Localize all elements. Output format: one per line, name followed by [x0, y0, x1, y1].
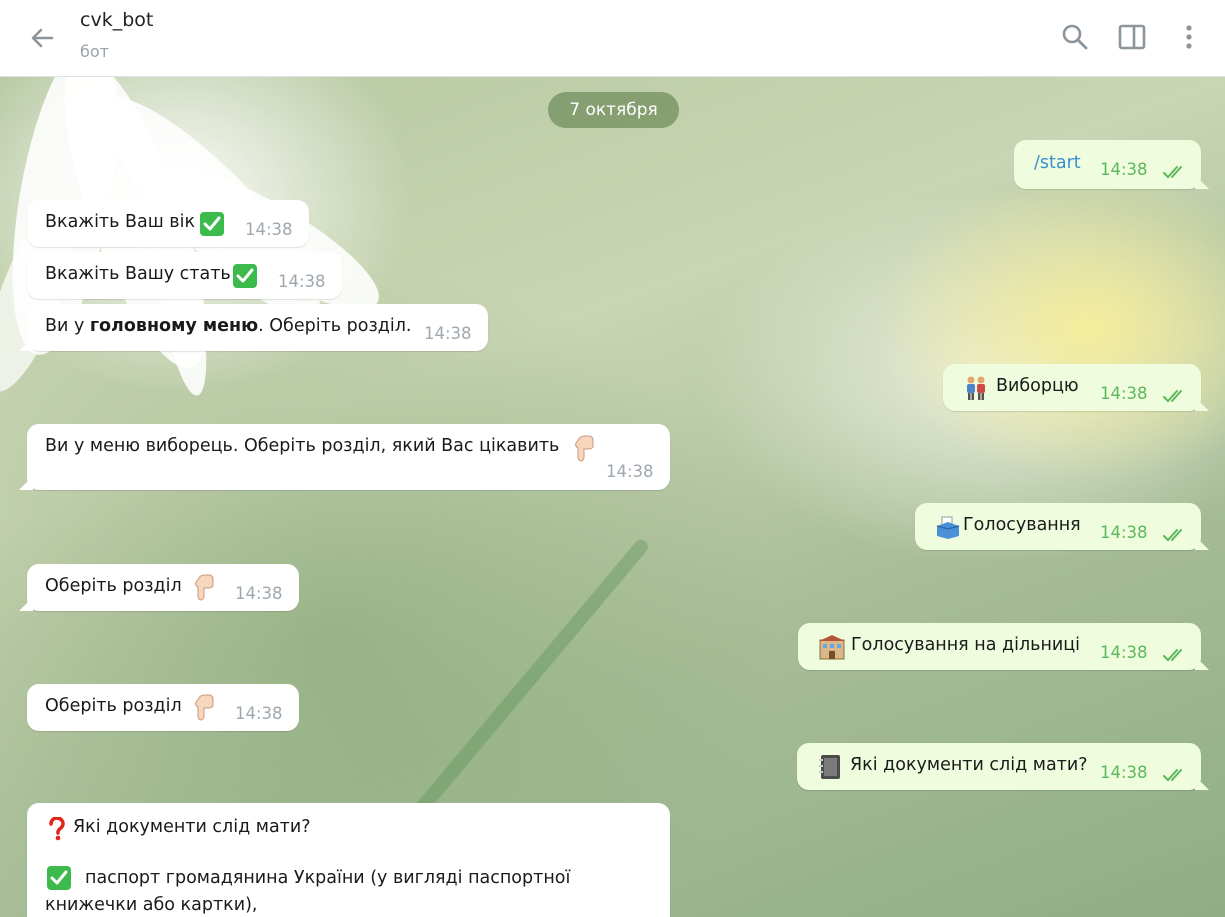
chat-header: cvk_bot бот: [0, 0, 1225, 77]
question-mark-emoji: [47, 816, 65, 846]
double-check-icon: [1163, 390, 1182, 403]
message-text: Ви у головному меню. Оберіть розділ.: [45, 316, 412, 336]
incoming-message[interactable]: Які документи слід мати? паспорт громадя…: [27, 803, 670, 917]
message-text: Голосування: [963, 515, 1081, 535]
message-text: Оберіть розділ: [45, 696, 182, 716]
bubble-tail: [1195, 776, 1209, 790]
people-emoji: [963, 375, 989, 406]
sidebar-toggle-icon[interactable]: [1117, 22, 1147, 52]
message-time: 14:38: [1100, 763, 1148, 782]
message-time: 14:38: [1100, 160, 1148, 179]
message-time: 14:38: [245, 220, 293, 239]
chat-title[interactable]: cvk_bot: [80, 9, 153, 31]
more-vertical-icon[interactable]: [1174, 22, 1204, 52]
check-mark-emoji: [46, 865, 72, 896]
message-time: 14:38: [424, 324, 472, 343]
incoming-message[interactable]: Вкажіть Ваш вік 14:38: [27, 200, 309, 247]
double-check-icon: [1163, 529, 1182, 542]
message-text: Голосування на дільниці: [851, 635, 1081, 655]
bubble-tail: [1195, 397, 1209, 411]
message-text: Вкажіть Ваш вік: [45, 212, 196, 232]
notebook-emoji: [818, 754, 842, 785]
double-check-icon: [1163, 769, 1182, 782]
message-text: Вкажіть Вашу стать: [45, 264, 231, 284]
ballot-box-emoji: [935, 514, 961, 545]
message-text: Які документи слід мати?: [850, 755, 1088, 775]
bubble-tail: [1195, 536, 1209, 550]
message-text: Які документи слід мати?: [73, 817, 311, 837]
bubble-tail: [19, 476, 33, 490]
pointing-down-emoji: [192, 693, 216, 726]
message-text: паспорт громадянина України (у вигляді п…: [85, 868, 571, 888]
message-text: книжечки або картки),: [45, 895, 258, 915]
double-check-icon: [1163, 166, 1182, 179]
message-time: 14:38: [235, 704, 283, 723]
message-time: 14:38: [1100, 643, 1148, 662]
message-time: 14:38: [1100, 523, 1148, 542]
message-time: 14:38: [235, 584, 283, 603]
message-time: 14:38: [1100, 384, 1148, 403]
check-mark-emoji: [199, 211, 225, 242]
date-separator: 7 октября: [548, 92, 679, 128]
message-text: Виборцю: [996, 376, 1079, 396]
bubble-tail: [1195, 656, 1209, 670]
outgoing-message[interactable]: Голосування 14:38: [915, 503, 1209, 550]
message-time: 14:38: [606, 462, 654, 481]
chat-area[interactable]: 7 октября /start 14:38 Вкажіть Ваш вік 1…: [0, 77, 1225, 917]
incoming-message[interactable]: Вкажіть Вашу стать 14:38: [27, 252, 342, 299]
incoming-message[interactable]: Ви у головному меню. Оберіть розділ. 14:…: [19, 304, 488, 351]
bubble-tail: [1195, 175, 1209, 189]
chat-subtitle: бот: [80, 42, 109, 61]
outgoing-message[interactable]: Голосування на дільниці 14:38: [798, 623, 1209, 670]
outgoing-message[interactable]: Які документи слід мати? 14:38: [797, 743, 1209, 790]
message-text: Ви у меню виборець. Оберіть розділ, який…: [45, 436, 560, 456]
check-mark-emoji: [232, 263, 258, 294]
bubble-tail: [19, 597, 33, 611]
message-time: 14:38: [278, 272, 326, 291]
incoming-message[interactable]: Оберіть розділ 14:38: [27, 684, 299, 731]
pointing-down-emoji: [192, 573, 216, 606]
building-emoji: [818, 634, 846, 665]
outgoing-message[interactable]: /start 14:38: [1014, 140, 1209, 189]
incoming-message[interactable]: Оберіть розділ 14:38: [19, 564, 299, 611]
message-text: Оберіть розділ: [45, 576, 182, 596]
double-check-icon: [1163, 649, 1182, 662]
search-icon[interactable]: [1060, 22, 1090, 52]
pointing-down-emoji: [572, 434, 596, 467]
incoming-message[interactable]: Ви у меню виборець. Оберіть розділ, який…: [19, 424, 670, 490]
outgoing-message[interactable]: Виборцю 14:38: [943, 364, 1209, 411]
back-arrow-icon[interactable]: [26, 22, 58, 54]
command-link[interactable]: /start: [1034, 153, 1081, 173]
